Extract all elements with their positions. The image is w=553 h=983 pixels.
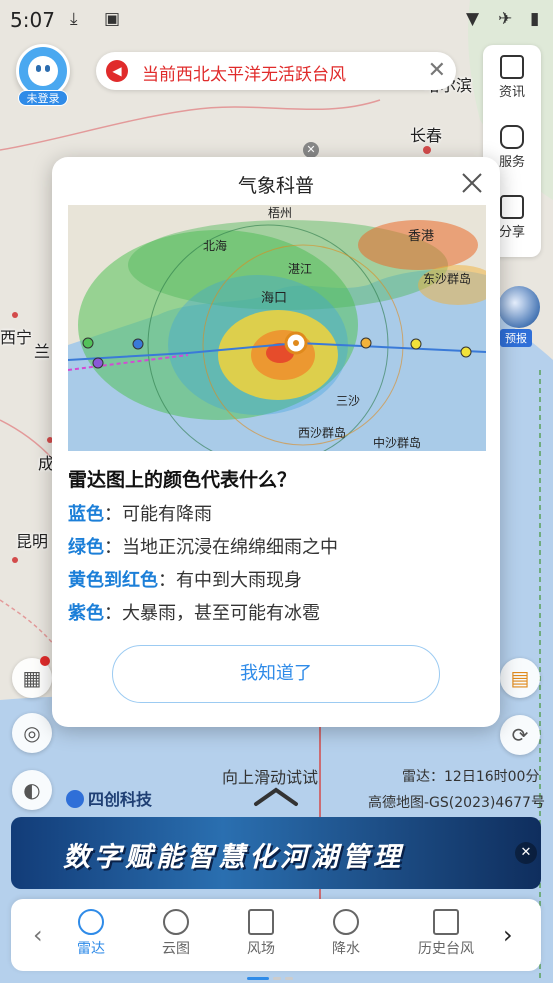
wind-icon xyxy=(248,909,274,935)
got-it-button[interactable]: 我知道了 xyxy=(112,645,440,703)
nav-tab-wind[interactable]: 风场 xyxy=(226,909,296,958)
map-label-kunming: 昆明 xyxy=(16,532,49,551)
download-icon: ⤓ xyxy=(70,9,78,29)
refresh-button[interactable]: ⟳ xyxy=(500,715,540,755)
chevron-left-icon[interactable]: ‹ xyxy=(33,921,43,949)
news-icon xyxy=(500,55,524,79)
speaker-icon: ◀ xyxy=(106,60,128,82)
legend-key: 绿色 xyxy=(68,537,104,558)
satellite-icon xyxy=(163,909,189,935)
radar-illustration: 海口 北海 香港 湛江 东沙群岛 西沙群岛 中沙群岛 梧州 三沙 xyxy=(68,205,486,451)
modal-title: 气象科普 xyxy=(237,175,314,197)
nav-tab-radar[interactable]: 雷达 xyxy=(56,909,126,958)
radar-label-haikou: 海口 xyxy=(261,291,287,306)
nav-tab-cloud[interactable]: 云图 xyxy=(141,909,211,958)
science-modal: 气象科普 海口 北海 香港 湛江 东沙群岛 西沙群岛 中沙群岛 梧州 三沙 雷达… xyxy=(52,157,500,727)
radar-label-xianggang: 香港 xyxy=(408,229,434,244)
service-icon xyxy=(500,125,524,149)
chevron-right-icon[interactable]: › xyxy=(503,921,513,949)
map-label-changchun: 长春 xyxy=(410,126,443,145)
nav-label: 风场 xyxy=(247,941,275,957)
service-label: 服务 xyxy=(498,155,525,170)
legend-desc: ：大暴雨，甚至可能有冰雹 xyxy=(104,603,320,624)
map-credit: 高德地图-GS(2023)4677号 xyxy=(368,795,545,811)
wifi-icon: ▼ xyxy=(466,9,480,29)
close-icon[interactable] xyxy=(458,169,486,197)
history-icon xyxy=(433,909,459,935)
typhoon-alert-banner[interactable]: ◀ 当前西北太平洋无活跃台风 ✕ xyxy=(96,52,456,90)
legend-key: 紫色 xyxy=(68,603,104,624)
rain-icon xyxy=(333,909,359,935)
radar-label-dongsha: 东沙群岛 xyxy=(423,271,471,286)
ad-close-icon[interactable]: ✕ xyxy=(515,842,537,864)
radar-label-zhanjiang: 湛江 xyxy=(288,262,312,276)
legend-desc: ：当地正沉浸在绵绵细雨之中 xyxy=(104,537,338,558)
map-label-lan: 兰 xyxy=(34,342,51,361)
brand-name: 四创科技 xyxy=(88,790,153,809)
nav-label: 云图 xyxy=(162,941,190,957)
legend-key: 黄色到红色 xyxy=(68,570,158,591)
map-label-xining: 西宁 xyxy=(0,328,33,347)
nav-label: 雷达 xyxy=(77,941,105,957)
locate-button[interactable]: ◎ xyxy=(12,713,52,753)
status-bar: 5:07 ⤓ ▣ ▼ ✈ ▮ xyxy=(0,0,553,38)
status-time: 5:07 xyxy=(10,8,55,32)
alert-text: 当前西北太平洋无活跃台风 xyxy=(142,65,346,85)
radar-label-zhongsha: 中沙群岛 xyxy=(373,435,421,450)
dismiss-icon[interactable]: ✕ xyxy=(303,142,319,158)
news-button[interactable]: 资讯 xyxy=(483,45,541,115)
radar-icon xyxy=(78,909,104,935)
nav-tab-precip[interactable]: 降水 xyxy=(311,909,381,958)
share-label: 分享 xyxy=(498,225,525,240)
legend-button[interactable]: ▤ xyxy=(500,658,540,698)
airplane-mode-icon: ✈ xyxy=(498,9,513,29)
page-indicator xyxy=(247,965,297,983)
radar-map-graphic: 海口 北海 香港 湛江 东沙群岛 西沙群岛 中沙群岛 梧州 三沙 xyxy=(68,205,486,451)
close-icon[interactable]: ✕ xyxy=(428,58,446,83)
forecast-label[interactable]: 预报 xyxy=(500,329,532,347)
radar-label-xisha: 西沙群岛 xyxy=(298,425,346,440)
notification-app-icon: ▣ xyxy=(104,9,121,29)
legend-desc: ：可能有降雨 xyxy=(104,504,212,525)
brand-logo: 四创科技 xyxy=(66,786,152,810)
brand-icon xyxy=(66,790,84,808)
radar-label-beihai: 北海 xyxy=(203,238,227,253)
nav-label: 历史台风 xyxy=(418,941,474,957)
chevron-up-icon[interactable] xyxy=(252,784,300,808)
compass-button[interactable]: ◐ xyxy=(12,770,52,810)
login-status-badge[interactable]: 未登录 xyxy=(18,90,68,106)
legend-row-purple: 紫色：大暴雨，甚至可能有冰雹 xyxy=(68,599,320,625)
ad-banner[interactable]: 数字赋能智慧化河湖管理 ✕ xyxy=(11,817,541,889)
notification-dot xyxy=(40,656,50,666)
legend-row-yellow-red: 黄色到红色：有中到大雨现身 xyxy=(68,566,302,592)
legend-key: 蓝色 xyxy=(68,504,104,525)
legend-row-blue: 蓝色：可能有降雨 xyxy=(68,500,212,526)
radar-timestamp: 雷达：12日16时00分 xyxy=(402,769,540,785)
nav-label: 降水 xyxy=(332,941,360,957)
battery-icon: ▮ xyxy=(530,9,540,29)
share-icon xyxy=(500,195,524,219)
legend-desc: ：有中到大雨现身 xyxy=(158,570,302,591)
avatar-face-icon xyxy=(28,56,58,86)
typhoon-forecast-icon[interactable] xyxy=(498,286,540,328)
ad-text: 数字赋能智慧化河湖管理 xyxy=(63,842,404,873)
legend-row-green: 绿色：当地正沉浸在绵绵细雨之中 xyxy=(68,533,338,559)
nav-tab-history-typhoon[interactable]: 历史台风 xyxy=(411,909,481,958)
news-label: 资讯 xyxy=(498,85,525,100)
question-title: 雷达图上的颜色代表什么？ xyxy=(68,469,297,491)
radar-label-sansha: 三沙 xyxy=(336,394,360,408)
radar-label-wuzhou: 梧州 xyxy=(268,205,292,220)
bottom-nav: ‹ 雷达 云图 风场 降水 历史台风 › xyxy=(11,899,541,980)
